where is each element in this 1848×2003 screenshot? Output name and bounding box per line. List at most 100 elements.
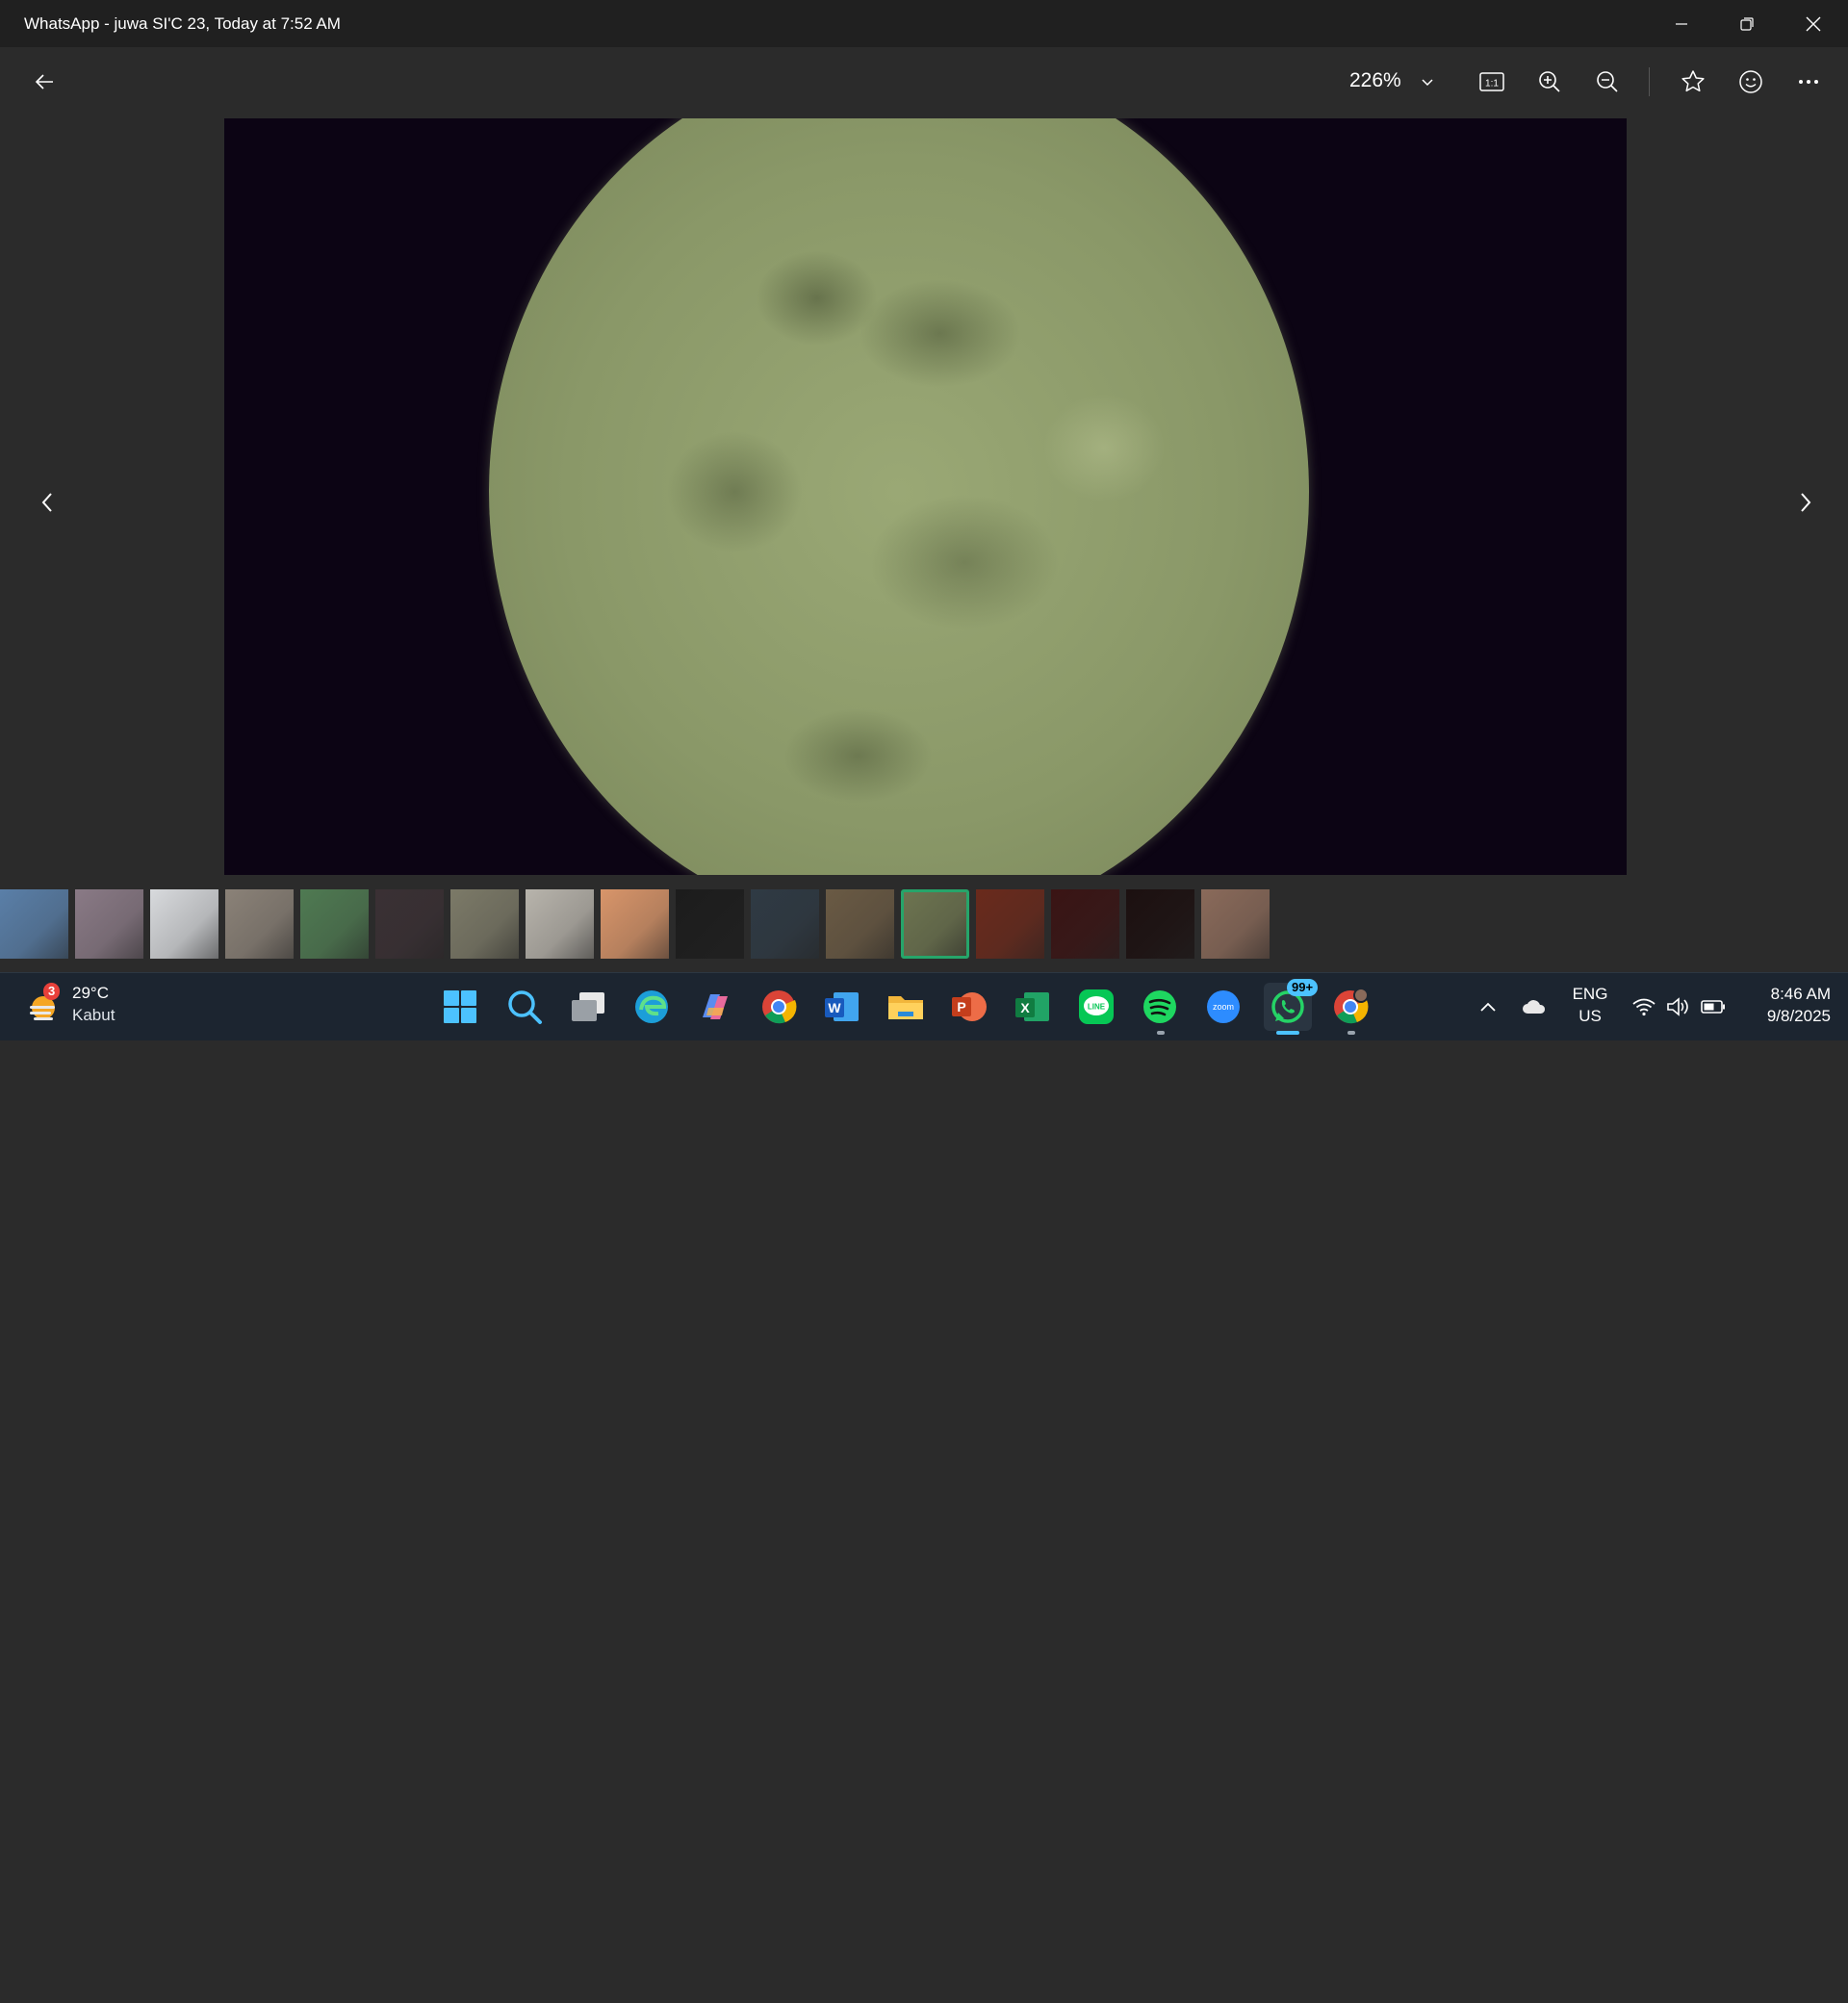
weather-temp: 29°C	[72, 984, 109, 1002]
more-button[interactable]	[1789, 63, 1828, 101]
filmstrip	[0, 889, 1270, 961]
battery-button[interactable]	[1692, 985, 1734, 1029]
spotify-button[interactable]	[1138, 985, 1182, 1029]
minimize-icon	[1676, 22, 1687, 25]
powerpoint-button[interactable]: P	[947, 985, 991, 1029]
svg-text:W: W	[828, 1000, 841, 1015]
filmstrip-thumbnail[interactable]	[976, 889, 1044, 959]
chrome-profile-button[interactable]	[1328, 985, 1373, 1029]
filmstrip-thumbnail[interactable]	[75, 889, 143, 959]
copilot-button[interactable]	[693, 985, 737, 1029]
language-region[interactable]: US	[1567, 1007, 1613, 1026]
chevron-down-icon	[1422, 79, 1433, 87]
restore-button[interactable]	[1714, 0, 1780, 47]
svg-text:zoom: zoom	[1213, 1002, 1234, 1012]
whatsapp-badge: 99+	[1287, 979, 1319, 996]
filmstrip-thumbnail[interactable]	[1126, 889, 1194, 959]
excel-icon: X	[1015, 992, 1049, 1021]
filmstrip-thumbnail[interactable]	[601, 889, 669, 959]
image-viewer[interactable]	[224, 118, 1627, 875]
filmstrip-thumbnail[interactable]	[375, 889, 444, 959]
search-button[interactable]	[502, 985, 547, 1029]
clock-time[interactable]: 8:46 AM	[1744, 985, 1831, 1004]
weather-badge: 3	[43, 983, 61, 1000]
title-bar: WhatsApp - juwa SI'C 23, Today at 7:52 A…	[0, 0, 1848, 47]
volume-icon	[1667, 997, 1688, 1016]
favorite-button[interactable]	[1674, 63, 1712, 101]
smiley-icon	[1739, 70, 1762, 93]
edge-icon	[635, 990, 668, 1023]
zoom-icon: zoom	[1207, 990, 1240, 1023]
battery-icon	[1701, 1000, 1725, 1014]
filmstrip-thumbnail[interactable]	[150, 889, 218, 959]
back-arrow-icon	[35, 74, 53, 90]
chrome-button[interactable]	[757, 985, 801, 1029]
zoom-level[interactable]: 226%	[1349, 69, 1401, 92]
filmstrip-thumbnail[interactable]	[0, 889, 68, 959]
line-button[interactable]: LINE	[1074, 985, 1118, 1029]
zoom-out-icon	[1597, 71, 1618, 92]
filmstrip-thumbnail[interactable]	[826, 889, 894, 959]
filmstrip-thumbnail[interactable]	[526, 889, 594, 959]
chrome-icon	[762, 990, 797, 1024]
filmstrip-thumbnail[interactable]	[1051, 889, 1119, 959]
zoom-out-button[interactable]	[1588, 63, 1627, 101]
chrome-running-indicator	[1348, 1031, 1355, 1035]
word-icon: W	[825, 992, 859, 1021]
chevron-up-icon	[1480, 1002, 1496, 1012]
search-icon	[508, 990, 542, 1024]
chevron-left-icon	[41, 493, 52, 512]
tray-overflow-button[interactable]	[1467, 985, 1509, 1029]
whatsapp-button[interactable]: 99+	[1264, 979, 1319, 1031]
zoom-in-icon	[1539, 71, 1560, 92]
svg-text:P: P	[957, 999, 965, 1014]
close-icon	[1806, 16, 1821, 31]
filmstrip-thumbnail-active[interactable]	[901, 889, 969, 959]
restore-icon	[1740, 16, 1754, 31]
emoji-button[interactable]	[1732, 63, 1770, 101]
next-image-button[interactable]	[1786, 483, 1825, 522]
language-primary[interactable]: ENG	[1567, 985, 1613, 1004]
filmstrip-thumbnail[interactable]	[751, 889, 819, 959]
moon-image	[489, 118, 1309, 875]
star-icon	[1681, 70, 1705, 92]
windows-start-icon	[444, 990, 476, 1023]
start-button[interactable]	[438, 985, 482, 1029]
clock-date[interactable]: 9/8/2025	[1744, 1007, 1831, 1026]
window-title: WhatsApp - juwa SI'C 23, Today at 7:52 A…	[24, 14, 341, 33]
chevron-right-icon	[1801, 493, 1811, 512]
taskbar: 3 29°C Kabut W P X LINE zoom 99+ ENG US …	[0, 972, 1848, 1040]
filmstrip-thumbnail[interactable]	[676, 889, 744, 959]
filmstrip-thumbnail[interactable]	[450, 889, 519, 959]
back-button[interactable]	[25, 63, 64, 101]
previous-image-button[interactable]	[28, 483, 66, 522]
task-view-button[interactable]	[566, 985, 610, 1029]
copilot-icon	[703, 994, 728, 1019]
folder-icon	[888, 996, 923, 1019]
line-icon: LINE	[1079, 989, 1114, 1024]
cloud-icon	[1523, 1000, 1546, 1014]
zoom-in-button[interactable]	[1530, 63, 1569, 101]
powerpoint-icon: P	[952, 992, 987, 1021]
onedrive-button[interactable]	[1513, 985, 1555, 1029]
task-view-icon	[572, 992, 604, 1021]
spotify-icon	[1143, 990, 1176, 1023]
filmstrip-thumbnail[interactable]	[300, 889, 369, 959]
zoom-dropdown-button[interactable]	[1408, 63, 1447, 101]
word-button[interactable]: W	[820, 985, 864, 1029]
actual-size-button[interactable]: 1:1	[1473, 63, 1511, 101]
weather-widget[interactable]: 3	[24, 983, 63, 1027]
close-button[interactable]	[1781, 0, 1846, 47]
filmstrip-thumbnail[interactable]	[225, 889, 294, 959]
zoom-button[interactable]: zoom	[1201, 985, 1245, 1029]
edge-button[interactable]	[629, 985, 674, 1029]
spotify-running-indicator	[1157, 1031, 1165, 1035]
more-icon	[1799, 80, 1818, 84]
minimize-button[interactable]	[1649, 0, 1714, 47]
actual-size-icon: 1:1	[1479, 72, 1504, 91]
file-explorer-button[interactable]	[884, 985, 928, 1029]
wifi-icon	[1632, 998, 1656, 1016]
excel-button[interactable]: X	[1011, 985, 1055, 1029]
actual-size-label: 1:1	[1485, 79, 1499, 90]
filmstrip-thumbnail[interactable]	[1201, 889, 1270, 959]
